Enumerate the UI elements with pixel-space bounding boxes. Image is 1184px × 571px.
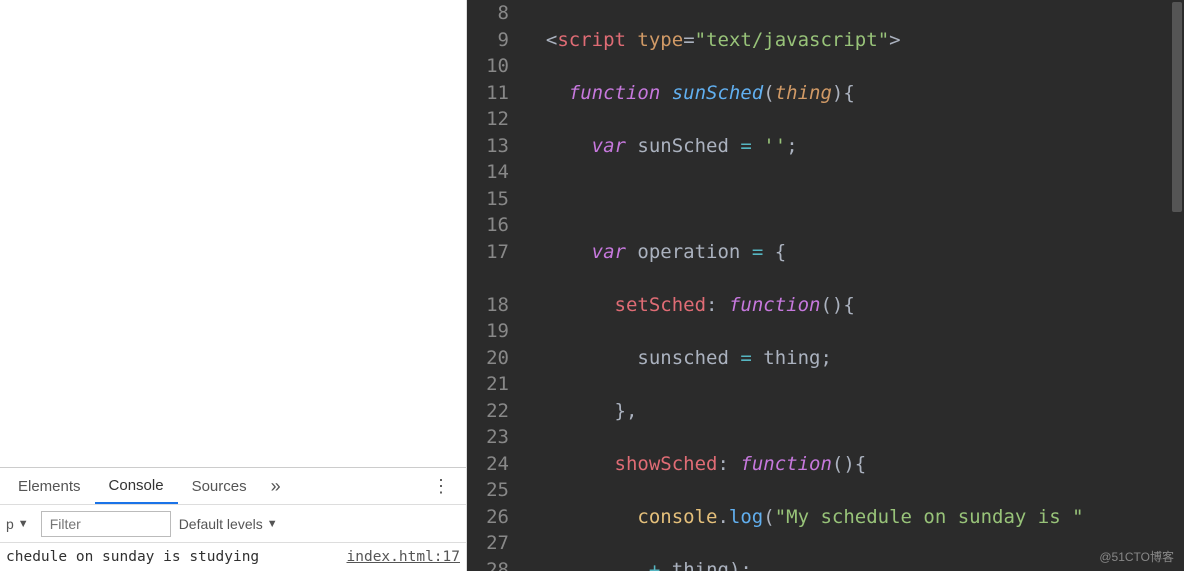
code-token: sunSched	[672, 82, 764, 104]
code-token: type	[637, 29, 683, 51]
code-token: operation	[637, 241, 740, 263]
tab-sources[interactable]: Sources	[178, 470, 261, 503]
line-number: 18	[467, 292, 509, 319]
chevron-down-icon: ▼	[267, 518, 278, 530]
code-editor[interactable]: 8 9 10 11 12 13 14 15 16 17 18 19 20 21 …	[467, 0, 1184, 571]
code-token: setSched	[615, 294, 707, 316]
line-number: 26	[467, 504, 509, 531]
code-token: thing	[672, 559, 729, 571]
line-number: 15	[467, 186, 509, 213]
page-viewport	[0, 0, 466, 467]
line-number: 21	[467, 371, 509, 398]
context-label: p	[6, 516, 14, 532]
line-number-blank	[467, 265, 509, 292]
code-token: function	[729, 294, 821, 316]
code-content[interactable]: <script type="text/javascript"> function…	[523, 0, 1184, 571]
code-token: text/javascript	[706, 29, 878, 51]
code-token: function	[740, 453, 832, 475]
context-select[interactable]: p ▼	[2, 516, 33, 532]
tab-console[interactable]: Console	[95, 469, 178, 504]
line-number: 10	[467, 53, 509, 80]
line-number: 28	[467, 557, 509, 571]
code-token: script	[557, 29, 626, 51]
code-token: sunSched	[637, 135, 729, 157]
code-token: showSched	[615, 453, 718, 475]
code-token: ''	[763, 135, 786, 157]
console-row: chedule on sunday is studying index.html…	[0, 547, 466, 567]
console-toolbar: p ▼ Default levels ▼	[0, 505, 466, 543]
code-token: thing	[763, 347, 820, 369]
line-number: 13	[467, 133, 509, 160]
code-token: log	[729, 506, 763, 528]
code-token: sunsched	[637, 347, 729, 369]
line-number: 14	[467, 159, 509, 186]
devtools-panel: Elements Console Sources » ⋮ p ▼ Default…	[0, 0, 467, 571]
console-source-link[interactable]: index.html:17	[347, 549, 461, 565]
line-number: 17	[467, 239, 509, 266]
console-output: chedule on sunday is studying index.html…	[0, 543, 466, 571]
line-number: 24	[467, 451, 509, 478]
line-number: 27	[467, 530, 509, 557]
scrollbar-thumb[interactable]	[1172, 2, 1182, 212]
tab-elements[interactable]: Elements	[4, 470, 95, 503]
code-token: var	[592, 241, 626, 263]
line-number: 8	[467, 0, 509, 27]
line-number: 9	[467, 27, 509, 54]
code-token: console	[637, 506, 717, 528]
levels-label: Default levels	[179, 516, 263, 532]
watermark: @51CTO博客	[1099, 548, 1174, 565]
line-number: 22	[467, 398, 509, 425]
more-tabs-icon[interactable]: »	[261, 476, 291, 497]
log-levels-select[interactable]: Default levels ▼	[179, 516, 284, 532]
line-number: 20	[467, 345, 509, 372]
console-message: chedule on sunday is studying	[6, 549, 347, 565]
devtools-menu-icon[interactable]: ⋮	[420, 476, 462, 497]
line-number: 23	[467, 424, 509, 451]
line-gutter: 8 9 10 11 12 13 14 15 16 17 18 19 20 21 …	[467, 0, 523, 571]
code-token: thing	[775, 82, 832, 104]
tab-sources-label: Sources	[192, 478, 247, 495]
tab-console-label: Console	[109, 477, 164, 494]
line-number: 25	[467, 477, 509, 504]
code-token: var	[592, 135, 626, 157]
code-token: "My schedule on sunday is "	[775, 506, 1084, 528]
editor-scrollbar[interactable]	[1170, 0, 1184, 571]
devtools-tabbar: Elements Console Sources » ⋮	[0, 467, 466, 505]
line-number: 19	[467, 318, 509, 345]
line-number: 11	[467, 80, 509, 107]
line-number: 16	[467, 212, 509, 239]
code-token: function	[569, 82, 661, 104]
line-number: 12	[467, 106, 509, 133]
tab-elements-label: Elements	[18, 478, 81, 495]
chevron-down-icon: ▼	[18, 518, 29, 530]
filter-input[interactable]	[41, 511, 171, 537]
